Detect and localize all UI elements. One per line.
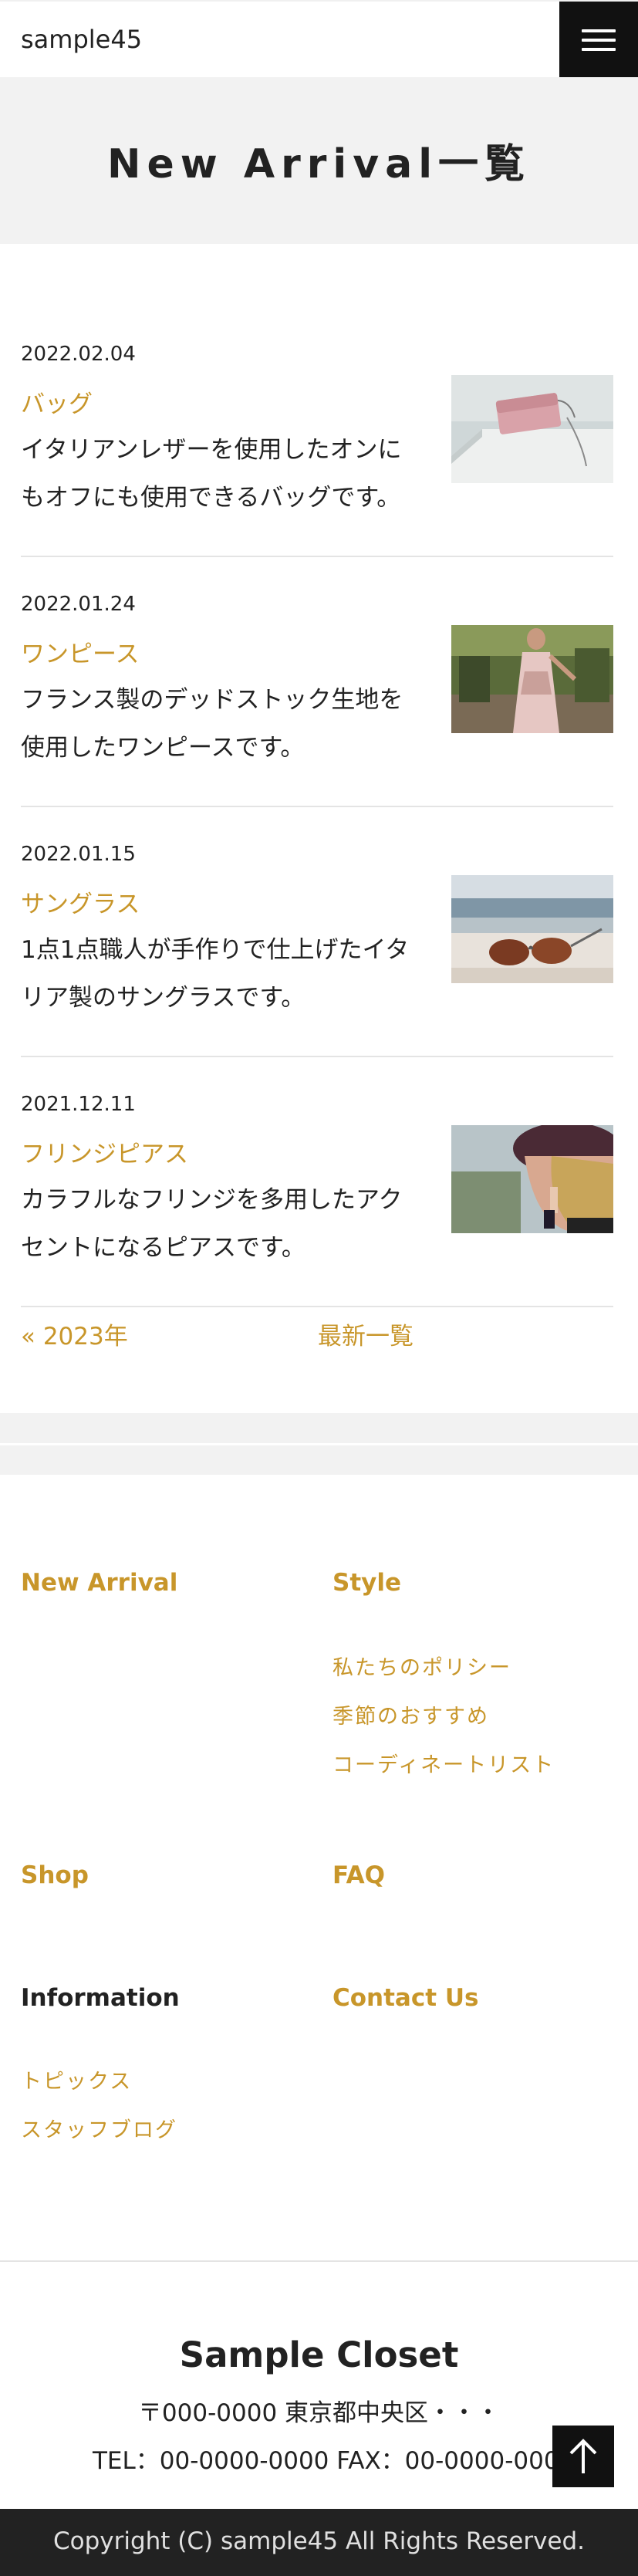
article-item[interactable]: 2021.12.11 フリンジピアス カラフルなフリンジを多用したアクセントにな… bbox=[21, 1093, 613, 1307]
pager-latest-link[interactable]: 最新一覧 bbox=[318, 1317, 414, 1351]
sunglasses-photo[interactable] bbox=[451, 875, 613, 983]
company-address: 〒000-0000 東京都中央区・・・ bbox=[137, 2399, 501, 2427]
article-date: 2022.02.04 bbox=[21, 343, 136, 366]
article-description: フランス製のデッドストック生地を使用したワンピースです。 bbox=[21, 686, 403, 762]
page-top-button[interactable] bbox=[552, 2426, 614, 2487]
company-tel: TEL：00-0000-0000 FAX：00-0000-0000 bbox=[93, 2447, 575, 2475]
footer-link-topics[interactable]: トピックス bbox=[21, 2064, 132, 2094]
article-date: 2022.01.15 bbox=[21, 843, 136, 866]
article-category[interactable]: サングラス bbox=[21, 884, 140, 919]
footer-nav-contact[interactable]: Contact Us bbox=[333, 1984, 478, 2012]
pager-prev-link[interactable]: « 2023年 bbox=[21, 1317, 128, 1351]
article-item[interactable]: 2022.01.24 ワンピース フランス製のデッドストック生地を使用したワンピ… bbox=[21, 593, 613, 807]
footer-nav-information: Information bbox=[21, 1984, 180, 2012]
article-category[interactable]: ワンピース bbox=[21, 634, 139, 669]
company-name: Sample Closet bbox=[179, 2334, 459, 2375]
footer-link-staff-blog[interactable]: スタッフブログ bbox=[21, 2113, 177, 2143]
article-category[interactable]: バッグ bbox=[21, 384, 93, 419]
copyright-text: Copyright (C) sample45 All Rights Reserv… bbox=[52, 2527, 586, 2555]
pink-handbag-photo[interactable] bbox=[451, 375, 613, 483]
article-item[interactable]: 2022.01.15 サングラス 1点1点職人が手作りで仕上げたイタリア製のサン… bbox=[21, 843, 613, 1057]
article-category[interactable]: フリンジピアス bbox=[21, 1134, 188, 1169]
footer-link-seasonal[interactable]: 季節のおすすめ bbox=[333, 1699, 489, 1729]
footer-company-info: Sample Closet 〒000-0000 東京都中央区・・・ TEL：00… bbox=[0, 2260, 638, 2509]
copyright-bar: Copyright (C) sample45 All Rights Reserv… bbox=[0, 2509, 638, 2576]
section-divider bbox=[0, 1413, 638, 1476]
site-logo[interactable]: sample45 bbox=[21, 25, 142, 54]
article-date: 2022.01.24 bbox=[21, 593, 136, 616]
floral-dress-photo[interactable] bbox=[451, 625, 613, 733]
footer-nav-faq[interactable]: FAQ bbox=[333, 1861, 385, 1889]
footer-nav-style[interactable]: Style bbox=[333, 1569, 401, 1597]
fringe-earring-photo[interactable] bbox=[451, 1125, 613, 1233]
article-description: イタリアンレザーを使用したオンにもオフにも使用できるバッグです。 bbox=[21, 436, 402, 512]
article-item[interactable]: 2022.02.04 バッグ イタリアンレザーを使用したオンにもオフにも使用でき… bbox=[21, 343, 613, 557]
article-description: カラフルなフリンジを多用したアクセントになるピアスです。 bbox=[21, 1186, 403, 1262]
page-title: New Arrival一覧 bbox=[106, 141, 532, 188]
article-date: 2021.12.11 bbox=[21, 1093, 136, 1116]
footer-link-policy[interactable]: 私たちのポリシー bbox=[333, 1651, 511, 1681]
menu-button[interactable] bbox=[559, 2, 638, 79]
site-header: sample45 bbox=[0, 0, 638, 79]
footer-nav-shop[interactable]: Shop bbox=[21, 1861, 89, 1889]
arrow-up-icon bbox=[569, 2439, 597, 2473]
article-description: 1点1点職人が手作りで仕上げたイタリア製のサングラスです。 bbox=[21, 936, 410, 1012]
footer-link-coordinate[interactable]: コーディネートリスト bbox=[333, 1748, 555, 1778]
footer-nav-new-arrival[interactable]: New Arrival bbox=[21, 1569, 177, 1597]
